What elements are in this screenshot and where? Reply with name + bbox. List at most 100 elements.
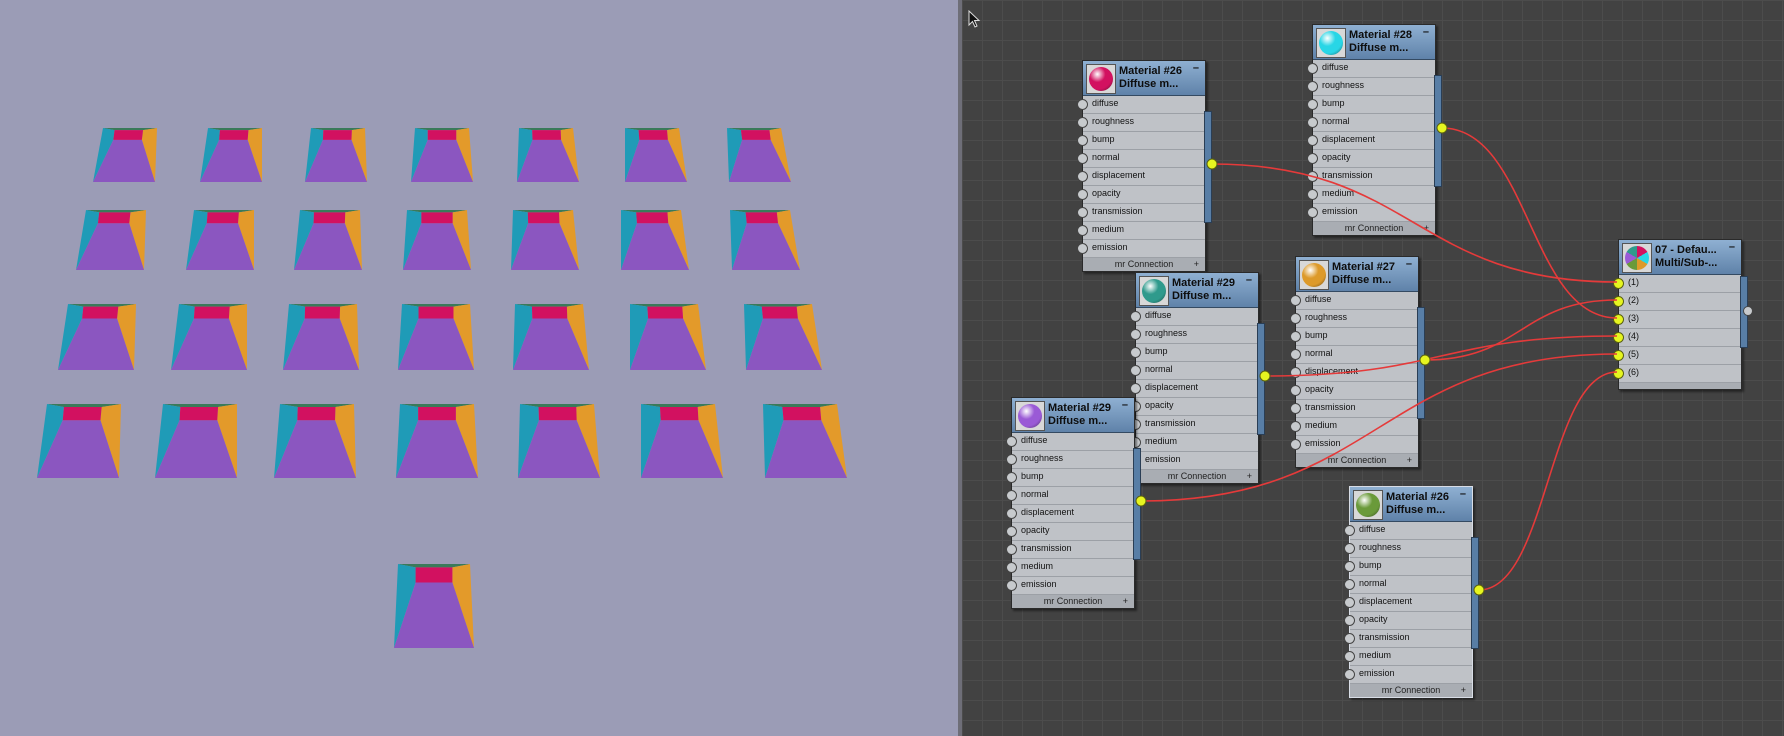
sub-material-slot-5[interactable]: (5)	[1613, 347, 1741, 365]
sub-material-slot-3[interactable]: (3)	[1613, 311, 1741, 329]
pyramid-object[interactable]	[37, 404, 121, 478]
pyramid-object[interactable]	[641, 404, 723, 478]
input-socket-icon[interactable]	[1290, 313, 1301, 324]
sub-material-slot-1[interactable]: (1)	[1613, 275, 1741, 293]
input-socket-icon[interactable]	[1613, 278, 1624, 289]
node-header[interactable]: 07 - Defau... Multi/Sub-... –	[1619, 240, 1741, 275]
input-socket-icon[interactable]	[1077, 117, 1088, 128]
plus-icon[interactable]: +	[1461, 684, 1466, 697]
node-header[interactable]: Material #26 Diffuse m... –	[1083, 61, 1205, 96]
slot-bump[interactable]: bump	[1006, 469, 1134, 487]
sub-material-slot-4[interactable]: (4)	[1613, 329, 1741, 347]
plus-icon[interactable]: +	[1194, 258, 1199, 271]
slot-roughness[interactable]: roughness	[1290, 310, 1418, 328]
input-socket-icon[interactable]	[1290, 403, 1301, 414]
input-socket-icon[interactable]	[1006, 490, 1017, 501]
slot-displacement[interactable]: displacement	[1344, 594, 1472, 612]
mr-connection-rollout[interactable]: mr Connection +	[1012, 595, 1134, 608]
slot-normal[interactable]: normal	[1006, 487, 1134, 505]
pyramid-object[interactable]	[394, 564, 474, 648]
slot-opacity[interactable]: opacity	[1130, 398, 1258, 416]
input-socket-icon[interactable]	[1006, 580, 1017, 591]
plus-icon[interactable]: +	[1424, 222, 1429, 235]
pyramid-object[interactable]	[730, 210, 800, 270]
material-node-29[interactable]: Material #29 Diffuse m... – diffuse roughn…	[1130, 272, 1265, 484]
slot-diffuse[interactable]: diffuse	[1006, 433, 1134, 451]
input-socket-icon[interactable]	[1307, 207, 1318, 218]
input-socket-icon[interactable]	[1077, 153, 1088, 164]
slot-transmission[interactable]: transmission	[1006, 541, 1134, 559]
input-socket-icon[interactable]	[1006, 454, 1017, 465]
input-socket-icon[interactable]	[1307, 153, 1318, 164]
pyramid-object[interactable]	[396, 404, 478, 478]
minimize-icon[interactable]: –	[1193, 62, 1199, 74]
input-socket-icon[interactable]	[1307, 81, 1318, 92]
input-socket-icon[interactable]	[1006, 472, 1017, 483]
material-node-29-b[interactable]: Material #29 Diffuse m... – diffuse roughn…	[1006, 397, 1141, 609]
input-socket-icon[interactable]	[1344, 525, 1355, 536]
pyramid-object[interactable]	[625, 128, 687, 182]
slot-opacity[interactable]: opacity	[1077, 186, 1205, 204]
input-socket-icon[interactable]	[1077, 99, 1088, 110]
input-socket-icon[interactable]	[1307, 63, 1318, 74]
input-socket-icon[interactable]	[1290, 421, 1301, 432]
pyramid-object[interactable]	[403, 210, 471, 270]
node-header[interactable]: Material #27 Diffuse m... –	[1296, 257, 1418, 292]
slot-displacement[interactable]: displacement	[1006, 505, 1134, 523]
input-socket-icon[interactable]	[1613, 332, 1624, 343]
input-socket-icon[interactable]	[1307, 117, 1318, 128]
mr-connection-rollout[interactable]: mr Connection +	[1083, 258, 1205, 271]
pyramid-object[interactable]	[305, 128, 367, 182]
slot-opacity[interactable]: opacity	[1307, 150, 1435, 168]
pyramid-object[interactable]	[727, 128, 791, 182]
slot-roughness[interactable]: roughness	[1344, 540, 1472, 558]
material-node-26-b[interactable]: Material #26 Diffuse m... – diffuse roughn…	[1344, 486, 1479, 698]
slot-medium[interactable]: medium	[1290, 418, 1418, 436]
pyramid-object[interactable]	[517, 128, 579, 182]
slot-roughness[interactable]: roughness	[1130, 326, 1258, 344]
slot-medium[interactable]: medium	[1130, 434, 1258, 452]
input-socket-icon[interactable]	[1077, 225, 1088, 236]
input-socket-icon[interactable]	[1344, 651, 1355, 662]
input-socket-icon[interactable]	[1290, 367, 1301, 378]
plus-icon[interactable]: +	[1123, 595, 1128, 608]
input-socket-icon[interactable]	[1290, 295, 1301, 306]
slot-transmission[interactable]: transmission	[1130, 416, 1258, 434]
material-node-27[interactable]: Material #27 Diffuse m... – diffuse roughn…	[1290, 256, 1425, 468]
slot-roughness[interactable]: roughness	[1307, 78, 1435, 96]
slot-normal[interactable]: normal	[1344, 576, 1472, 594]
pyramid-object[interactable]	[518, 404, 600, 478]
pyramid-object[interactable]	[621, 210, 689, 270]
pyramid-object[interactable]	[763, 404, 847, 478]
pyramid-object[interactable]	[398, 304, 474, 370]
slot-opacity[interactable]: opacity	[1344, 612, 1472, 630]
pyramid-object[interactable]	[171, 304, 247, 370]
pyramid-object[interactable]	[411, 128, 473, 182]
slot-bump[interactable]: bump	[1130, 344, 1258, 362]
input-socket-icon[interactable]	[1307, 189, 1318, 200]
pyramid-object[interactable]	[630, 304, 706, 370]
slot-medium[interactable]: medium	[1307, 186, 1435, 204]
slot-bump[interactable]: bump	[1290, 328, 1418, 346]
input-socket-icon[interactable]	[1290, 385, 1301, 396]
slot-diffuse[interactable]: diffuse	[1290, 292, 1418, 310]
input-socket-icon[interactable]	[1077, 135, 1088, 146]
node-header[interactable]: Material #29 Diffuse m... –	[1136, 273, 1258, 308]
slot-diffuse[interactable]: diffuse	[1077, 96, 1205, 114]
slot-bump[interactable]: bump	[1344, 558, 1472, 576]
input-socket-icon[interactable]	[1613, 350, 1624, 361]
input-socket-icon[interactable]	[1613, 296, 1624, 307]
minimize-icon[interactable]: –	[1729, 241, 1735, 253]
material-node-28[interactable]: Material #28 Diffuse m... – diffuse roughn…	[1307, 24, 1442, 236]
pyramid-object[interactable]	[744, 304, 822, 370]
slot-transmission[interactable]: transmission	[1307, 168, 1435, 186]
slot-displacement[interactable]: displacement	[1130, 380, 1258, 398]
input-socket-icon[interactable]	[1130, 329, 1141, 340]
slot-displacement[interactable]: displacement	[1290, 364, 1418, 382]
input-socket-icon[interactable]	[1077, 189, 1088, 200]
slot-medium[interactable]: medium	[1006, 559, 1134, 577]
input-socket-icon[interactable]	[1307, 171, 1318, 182]
input-socket-icon[interactable]	[1344, 597, 1355, 608]
slot-diffuse[interactable]: diffuse	[1307, 60, 1435, 78]
slot-medium[interactable]: medium	[1344, 648, 1472, 666]
